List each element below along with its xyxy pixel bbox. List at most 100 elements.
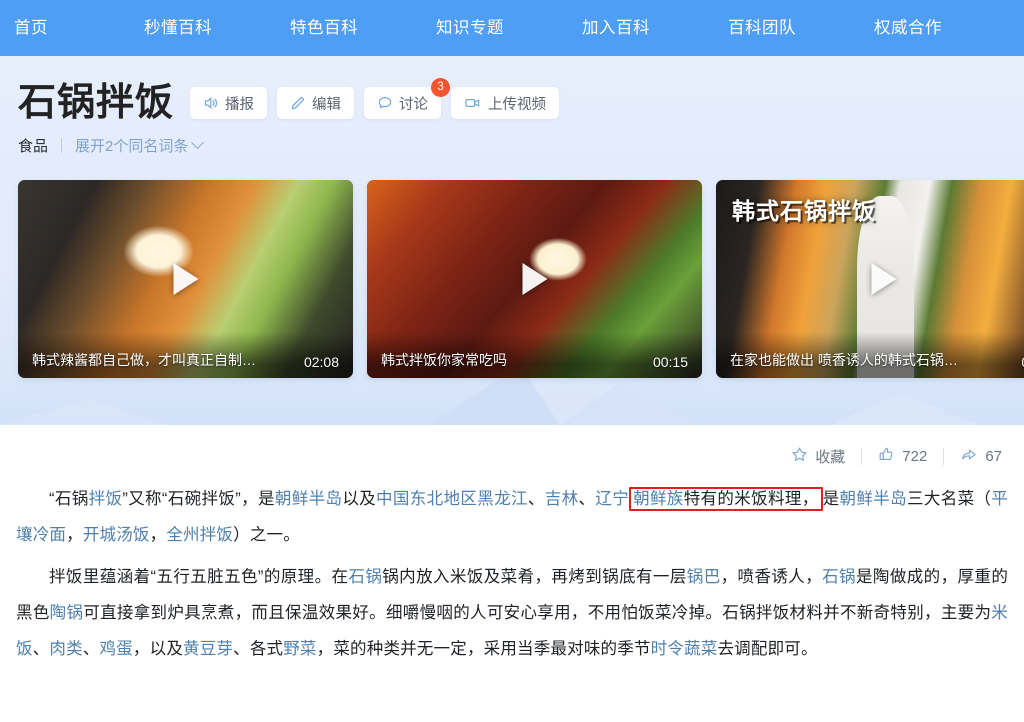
nav-item-tuandui[interactable]: 百科团队 (728, 0, 796, 56)
video-footer: 韩式辣酱都自己做，才叫真正自制韩… 02:08 (18, 332, 353, 378)
article-paragraph-1: “石锅拌饭”又称“石碗拌饭”，是朝鲜半岛以及中国东北地区黑龙江、吉林、辽宁 朝鲜族… (16, 481, 1008, 553)
video-banner-text: 韩式石锅拌饭 (732, 198, 876, 224)
link-guoba[interactable]: 锅巴 (687, 568, 721, 586)
broadcast-label: 播报 (225, 96, 255, 113)
video-card[interactable]: 韩式辣酱都自己做，才叫真正自制韩… 02:08 (18, 180, 353, 378)
link-quanzhou-banfan[interactable]: 全州拌饭 (166, 526, 233, 544)
favorite-button[interactable]: 收藏 (775, 446, 861, 467)
expand-synonyms-link[interactable]: 展开2个同名词条 (75, 135, 205, 156)
like-button[interactable]: 722 (862, 446, 943, 467)
video-footer: 在家也能做出 喷香诱人的韩式石锅拌… 04 (716, 332, 1024, 378)
article-body: “石锅拌饭”又称“石碗拌饭”，是朝鲜半岛以及中国东北地区黑龙江、吉林、辽宁 朝鲜族… (0, 473, 1024, 667)
link-chaoxian-bandao[interactable]: 朝鲜半岛 (275, 490, 342, 508)
link-jidan[interactable]: 鸡蛋 (100, 640, 133, 658)
play-icon[interactable] (173, 263, 198, 295)
entry-action-bar: 收藏 722 67 (0, 425, 1024, 473)
share-button[interactable]: 67 (944, 446, 1018, 467)
link-shiguo[interactable]: 石锅 (348, 568, 382, 586)
text-segment: 锅内放入米饭及菜肴，再烤到锅底有一层 (382, 568, 687, 586)
text-segment: ，以及 (132, 640, 184, 658)
text-segment: ， (66, 526, 83, 544)
nav-item-tese[interactable]: 特色百科 (290, 0, 358, 56)
share-count: 67 (985, 447, 1002, 465)
link-shiguo-2[interactable]: 石锅 (822, 568, 856, 586)
text-segment: 、 (527, 490, 545, 508)
article-paragraph-2: 拌饭里蕴涵着“五行五脏五色”的原理。在石锅锅内放入米饭及菜肴，再烤到锅底有一层锅… (16, 559, 1008, 667)
speaker-icon (203, 95, 219, 111)
link-kaicheng-tangfan[interactable]: 开城汤饭 (83, 526, 150, 544)
link-roulei[interactable]: 肉类 (49, 640, 82, 658)
link-liaoning[interactable]: 辽宁 (595, 490, 629, 508)
text-segment: ，菜的种类并无一定，采用当季最对味的季节 (316, 640, 651, 658)
link-chaoxianzu[interactable]: 朝鲜族 (633, 490, 684, 508)
text-segment: ）之一。 (233, 526, 300, 544)
text-segment: “石锅 (49, 490, 89, 508)
video-camera-icon (464, 95, 482, 111)
text-segment: ”又称“石碗拌饭”，是 (122, 490, 275, 508)
text-segment: 是 (822, 490, 840, 508)
link-shiling-shucai[interactable]: 时令蔬菜 (651, 640, 718, 658)
text-segment: ， (149, 526, 167, 544)
video-duration: 00:15 (652, 354, 688, 370)
video-duration: 02:08 (303, 354, 339, 370)
subtitle-divider (61, 138, 63, 153)
video-card[interactable]: 韩式石锅拌饭 在家也能做出 喷香诱人的韩式石锅拌… 04 (716, 180, 1024, 378)
text-segment: 去调配即可。 (717, 640, 818, 658)
discuss-button[interactable]: 讨论 3 (364, 78, 451, 119)
link-taoguo[interactable]: 陶锅 (50, 604, 84, 622)
entry-hero-section: 石锅拌饭 播报 编辑 讨论 3 上传视频 食品 展开2个同名词条 韩式辣酱都自己… (0, 56, 1024, 425)
broadcast-button[interactable]: 播报 (190, 87, 268, 119)
text-segment: 以及 (342, 490, 377, 508)
chat-bubble-icon (377, 95, 393, 111)
upload-video-button[interactable]: 上传视频 (451, 87, 560, 119)
text-segment: 、 (578, 490, 596, 508)
link-banfan[interactable]: 拌饭 (89, 490, 123, 508)
highlight-text: 特有的米饭料理， (683, 490, 819, 508)
link-heilongjiang[interactable]: 黑龙江 (477, 490, 528, 508)
play-icon[interactable] (522, 263, 547, 295)
discuss-label: 讨论 (399, 96, 429, 113)
play-icon[interactable] (871, 263, 896, 295)
entry-subtitle-row: 食品 展开2个同名词条 (0, 122, 1024, 156)
upload-video-label: 上传视频 (488, 96, 547, 113)
expand-synonyms-label: 展开2个同名词条 (75, 138, 189, 155)
nav-item-miaodong[interactable]: 秒懂百科 (144, 0, 212, 56)
chevron-down-icon (191, 136, 205, 150)
nav-item-zhishi[interactable]: 知识专题 (436, 0, 504, 56)
video-thumbnail-strip: 韩式辣酱都自己做，才叫真正自制韩… 02:08 韩式拌饭你家常吃吗 00:15 … (0, 156, 1024, 378)
text-segment: 拌饭里蕴涵着“五行五脏五色”的原理。在 (49, 568, 349, 586)
text-segment: 可直接拿到炉具烹煮，而且保温效果好。细嚼慢咽的人可安心享用，不用怕饭菜冷掉。石锅… (83, 604, 992, 622)
favorite-label: 收藏 (815, 448, 846, 466)
link-zhongguo-dongbei[interactable]: 中国东北地区 (376, 490, 477, 508)
page-title: 石锅拌饭 (18, 82, 175, 124)
share-arrow-icon (960, 446, 978, 467)
entry-category: 食品 (18, 138, 49, 155)
pencil-icon (290, 95, 306, 111)
video-title: 韩式辣酱都自己做，才叫真正自制韩… (32, 352, 267, 368)
nav-item-jiaru[interactable]: 加入百科 (582, 0, 650, 56)
video-title: 韩式拌饭你家常吃吗 (381, 352, 507, 368)
text-segment: ，喷香诱人， (720, 568, 823, 586)
text-segment: 、各式 (233, 640, 284, 658)
nav-item-hezuo[interactable]: 权威合作 (874, 0, 942, 56)
video-title: 在家也能做出 喷香诱人的韩式石锅拌… (730, 352, 965, 368)
like-count: 722 (902, 447, 928, 465)
nav-item-home[interactable]: 首页 (14, 0, 48, 56)
entry-title-row: 石锅拌饭 播报 编辑 讨论 3 上传视频 (0, 56, 1024, 122)
header-action-buttons: 播报 编辑 讨论 3 上传视频 (190, 78, 560, 122)
link-jilin[interactable]: 吉林 (545, 490, 579, 508)
edit-button[interactable]: 编辑 (277, 87, 355, 119)
link-yecai[interactable]: 野菜 (283, 640, 316, 658)
link-chaoxian-bandao-2[interactable]: 朝鲜半岛 (840, 490, 907, 508)
star-icon (791, 446, 808, 467)
highlight-annotation-box: 朝鲜族特有的米饭料理， (629, 487, 823, 511)
top-navigation-items: 首页 秒懂百科 特色百科 知识专题 加入百科 百科团队 权威合作 (0, 0, 1024, 56)
link-huangdouya[interactable]: 黄豆芽 (183, 640, 233, 658)
edit-label: 编辑 (312, 96, 342, 113)
text-segment: 、 (82, 640, 100, 658)
thumbs-up-icon (878, 446, 895, 467)
discuss-count-badge: 3 (431, 78, 451, 97)
video-card[interactable]: 韩式拌饭你家常吃吗 00:15 (367, 180, 702, 378)
text-segment: 、 (32, 640, 50, 658)
video-footer: 韩式拌饭你家常吃吗 00:15 (367, 332, 702, 378)
